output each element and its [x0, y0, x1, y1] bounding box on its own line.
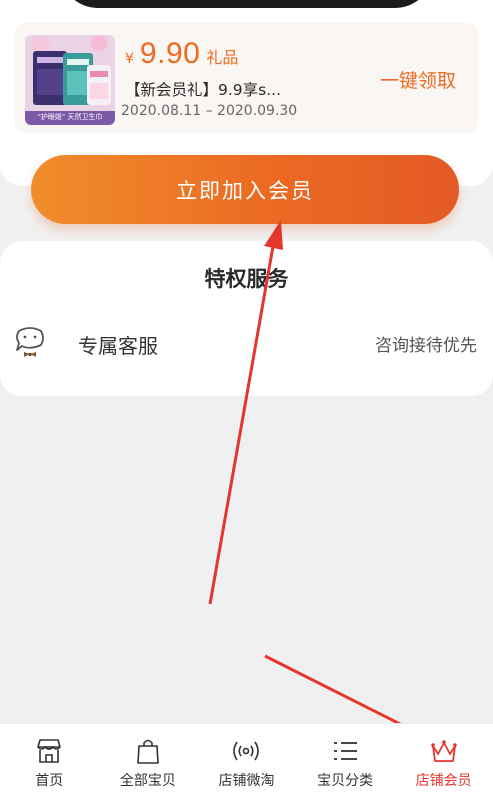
- coupon-description: 【新会员礼】9.9享s...: [125, 81, 282, 99]
- arrow-to-member-tab: [264, 654, 419, 735]
- privilege-card: 特权服务 专属客服 咨询接待优先: [0, 241, 493, 396]
- nav-item-store-feed[interactable]: 店铺微淘: [197, 724, 296, 800]
- bottom-nav: 首页 全部宝贝 店铺微淘 宝贝分类 店铺会员: [0, 723, 493, 800]
- join-membership-button[interactable]: 立即加入会员: [31, 155, 459, 224]
- nav-label-store-feed: 店铺微淘: [218, 773, 275, 789]
- currency-symbol: ¥: [125, 51, 134, 67]
- nav-label-store-member: 店铺会员: [415, 773, 472, 789]
- nav-item-home[interactable]: 首页: [0, 724, 99, 800]
- coupon-date-range: 2020.08.11 – 2020.09.30: [121, 103, 298, 119]
- nav-label-categories: 宝贝分类: [317, 773, 374, 789]
- crown-icon: [430, 740, 457, 762]
- service-description: 咨询接待优先: [375, 336, 477, 356]
- member-page: "护眼姬" 天然卫生巾 ¥ 9.90 礼品 【新会员礼】9.9享s... 202…: [0, 0, 493, 800]
- nav-item-all-products[interactable]: 全部宝贝: [99, 724, 198, 800]
- claim-button[interactable]: 一键领取: [380, 66, 456, 93]
- service-name: 专属客服: [78, 334, 158, 358]
- nav-label-all-products: 全部宝贝: [119, 773, 176, 789]
- store-icon: [37, 739, 62, 763]
- shopping-bag-icon: [137, 739, 159, 764]
- list-icon: [334, 742, 358, 760]
- nav-label-home: 首页: [35, 773, 64, 789]
- coupon-price: 9.90: [139, 37, 201, 70]
- header-arc: [60, 0, 433, 8]
- chat-bubble-bowtie-icon: [16, 327, 44, 357]
- nav-item-store-member[interactable]: 店铺会员: [394, 724, 493, 800]
- nav-item-categories[interactable]: 宝贝分类: [296, 724, 395, 800]
- broadcast-icon: [233, 741, 260, 761]
- coupon-tag: 礼品: [206, 48, 239, 67]
- coupon-product-thumbnail: "护眼姬" 天然卫生巾: [25, 35, 115, 125]
- privilege-title: 特权服务: [204, 267, 289, 291]
- thumbnail-caption: "护眼姬" 天然卫生巾: [37, 113, 103, 121]
- coupon-price-row: ¥ 9.90 礼品: [125, 37, 238, 71]
- coupon-card[interactable]: "护眼姬" 天然卫生巾 ¥ 9.90 礼品 【新会员礼】9.9享s... 202…: [15, 23, 478, 133]
